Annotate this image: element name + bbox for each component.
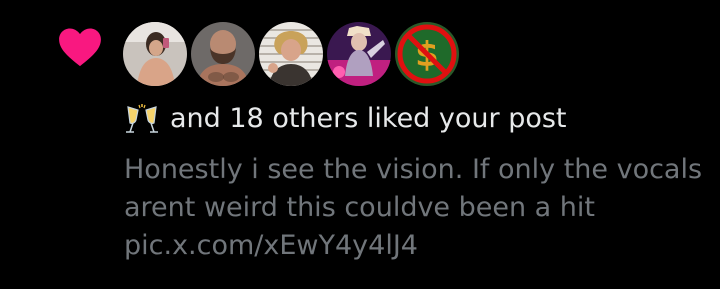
post-preview-text[interactable]: Honestly i see the vision. If only the v… [124,151,704,265]
notification-summary: and 18 others liked your post [124,103,567,134]
avatar[interactable]: $ [395,22,459,86]
avatar[interactable] [191,22,255,86]
summary-text: and 18 others liked your post [170,103,567,134]
heart-icon [59,28,101,67]
avatar[interactable] [123,22,187,86]
avatar[interactable] [259,22,323,86]
liker-avatars: $ [123,22,459,86]
clinking-glasses-emoji [126,103,158,133]
avatar[interactable] [327,22,391,86]
like-notification[interactable]: $ and 18 others liked your post Honestly… [0,0,720,289]
